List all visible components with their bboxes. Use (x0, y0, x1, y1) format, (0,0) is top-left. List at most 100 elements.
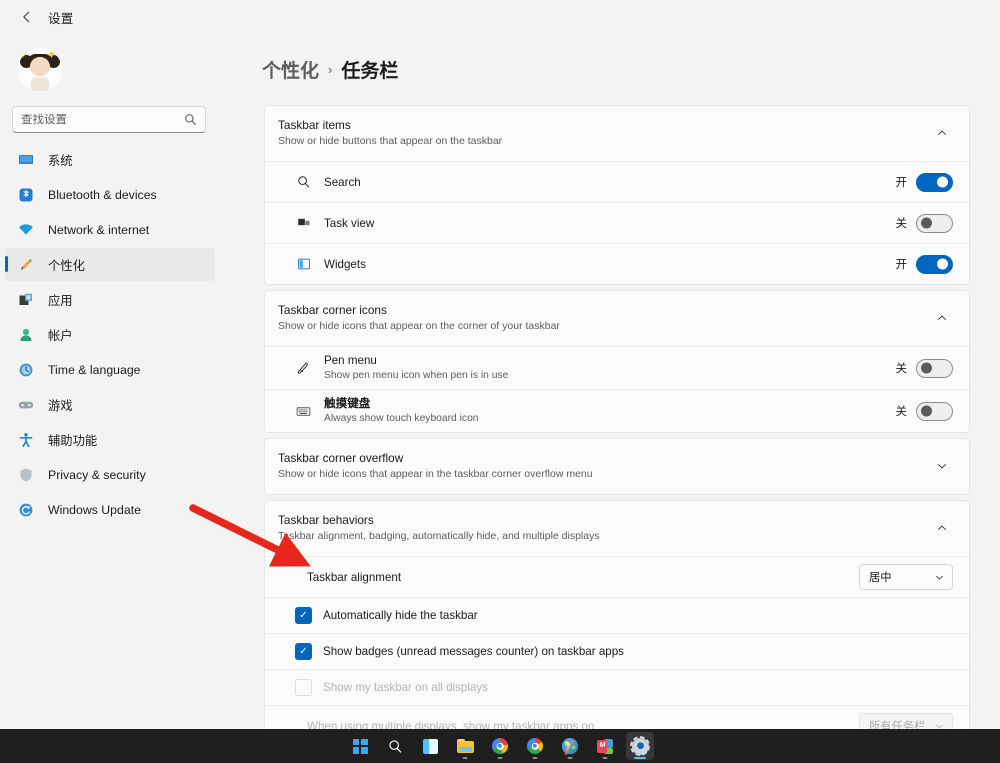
windows-logo-icon (353, 739, 368, 754)
sidebar-item-time-language[interactable]: Time & language (5, 353, 215, 386)
sidebar-item-gaming[interactable]: 游戏 (5, 388, 215, 421)
toggle-switch[interactable] (916, 359, 953, 378)
checkbox-label: Show my taskbar on all displays (323, 681, 488, 694)
toggle-touch-keyboard[interactable]: 关 (896, 402, 954, 421)
sidebar-item-label: Windows Update (48, 503, 141, 517)
personalization-icon (17, 256, 35, 274)
card-header-taskbar-corner-overflow[interactable]: Taskbar corner overflow Show or hide ico… (265, 439, 969, 494)
settings-window: 设置 ✦ ✦ (0, 0, 1000, 763)
checkbox-show-badges[interactable]: ✓ (295, 643, 312, 660)
chrome-icon (492, 738, 508, 754)
dropdown-value: 所有任务栏 (869, 718, 934, 729)
checkbox-show-taskbar-all-displays (295, 679, 312, 696)
sidebar-item-bluetooth-devices[interactable]: Bluetooth & devices (5, 178, 215, 211)
chevron-down-icon (934, 721, 945, 730)
sidebar-item-network-internet[interactable]: Network & internet (5, 213, 215, 246)
search-icon (295, 174, 312, 191)
network-icon (17, 221, 35, 239)
toggle-task-view[interactable]: 关 (896, 214, 954, 233)
toggle-pen-menu[interactable]: 关 (896, 359, 954, 378)
windows-taskbar (0, 729, 1000, 763)
settings-search-box[interactable] (12, 106, 206, 133)
card-header-taskbar-behaviors[interactable]: Taskbar behaviors Taskbar alignment, bad… (265, 501, 969, 556)
back-button[interactable] (12, 3, 42, 31)
accessibility-icon (17, 431, 35, 449)
row-taskbar-alignment: Taskbar alignment 居中 (265, 556, 969, 597)
chevron-up-icon[interactable] (931, 122, 953, 144)
toggle-switch[interactable] (916, 214, 953, 233)
row-label: When using multiple displays, show my ta… (307, 719, 859, 730)
row-show-taskbar-all-displays: Show my taskbar on all displays (265, 669, 969, 705)
taskbar-browser-button-1[interactable] (486, 732, 514, 760)
chevron-down-icon (934, 572, 945, 583)
chevron-down-icon[interactable] (931, 455, 953, 477)
sidebar-item-privacy-security[interactable]: Privacy & security (5, 458, 215, 491)
sidebar-item-accessibility[interactable]: 辅助功能 (5, 423, 215, 456)
folder-icon (457, 739, 474, 753)
sidebar-item-system[interactable]: 系统 (5, 143, 215, 176)
sidebar-nav: 系统 Bluetooth & devices Network & in (0, 143, 220, 526)
taskbar-widgets-button[interactable] (416, 732, 444, 760)
check-icon: ✓ (299, 611, 307, 621)
sidebar-item-label: Time & language (48, 363, 141, 377)
chrome-icon (527, 738, 543, 754)
taskbar-settings-button[interactable] (626, 732, 654, 760)
chevron-up-icon[interactable] (931, 307, 953, 329)
gear-icon (632, 738, 649, 755)
avatar[interactable]: ✦ ✦ (18, 48, 62, 92)
checkbox-label: Show badges (unread messages counter) on… (323, 645, 624, 658)
taskbar-alignment-dropdown[interactable]: 居中 (859, 564, 953, 590)
sidebar-item-label: 帐户 (48, 326, 73, 344)
toggle-switch[interactable] (916, 173, 953, 192)
running-indicator (533, 757, 538, 760)
taskbar-search-button[interactable] (381, 732, 409, 760)
breadcrumb-parent[interactable]: 个性化 (262, 56, 319, 83)
taskbar-file-explorer-button[interactable] (451, 732, 479, 760)
card-title: Taskbar corner overflow (278, 451, 931, 466)
apps-icon (17, 291, 35, 309)
card-header-taskbar-items[interactable]: Taskbar items Show or hide buttons that … (265, 106, 969, 161)
avatar-body (31, 77, 49, 91)
avatar-star-icon: ✦ (19, 50, 28, 61)
search-input[interactable] (21, 114, 184, 126)
widgets-icon (423, 739, 438, 754)
page-title: 任务栏 (341, 56, 398, 83)
taskbar-store-button[interactable] (591, 732, 619, 760)
taskbar-browser-button-2[interactable] (521, 732, 549, 760)
row-widgets: Widgets 开 (265, 243, 969, 284)
toggle-widgets[interactable]: 开 (896, 255, 954, 274)
row-label: Task view (324, 216, 896, 231)
sidebar-item-personalization[interactable]: 个性化 (5, 248, 215, 281)
system-icon (17, 151, 35, 169)
sidebar-item-label: Network & internet (48, 223, 149, 237)
sidebar-item-accounts[interactable]: 帐户 (5, 318, 215, 351)
content-area: 个性化 › 任务栏 Taskbar items Show or hide but… (220, 34, 1000, 729)
toggle-search[interactable]: 开 (896, 173, 954, 192)
sidebar-item-windows-update[interactable]: Windows Update (5, 493, 215, 526)
running-indicator (634, 757, 646, 760)
row-sublabel: Always show touch keyboard icon (324, 412, 896, 426)
shield-icon (17, 466, 35, 484)
sidebar-item-apps[interactable]: 应用 (5, 283, 215, 316)
card-subtitle: Show or hide icons that appear in the ta… (278, 467, 931, 481)
sidebar-item-label: Bluetooth & devices (48, 188, 157, 202)
update-icon (17, 501, 35, 519)
toggle-switch[interactable] (916, 402, 953, 421)
toggle-switch[interactable] (916, 255, 953, 274)
card-header-taskbar-corner-icons[interactable]: Taskbar corner icons Show or hide icons … (265, 291, 969, 346)
row-label: Pen menu (324, 353, 896, 368)
sidebar-item-label: 应用 (48, 291, 73, 309)
checkbox-auto-hide-taskbar[interactable]: ✓ (295, 607, 312, 624)
sidebar-item-label: 系统 (48, 151, 73, 169)
card-subtitle: Show or hide buttons that appear on the … (278, 134, 931, 148)
taskbar-paint-button[interactable] (556, 732, 584, 760)
row-show-badges[interactable]: ✓ Show badges (unread messages counter) … (265, 633, 969, 669)
row-label: Search (324, 175, 896, 190)
toggle-state-label: 开 (896, 256, 908, 272)
row-auto-hide-taskbar[interactable]: ✓ Automatically hide the taskbar (265, 597, 969, 633)
checkbox-label: Automatically hide the taskbar (323, 609, 478, 622)
bluetooth-icon (17, 186, 35, 204)
chevron-up-icon[interactable] (931, 517, 953, 539)
start-button[interactable] (346, 732, 374, 760)
search-icon (388, 739, 403, 754)
